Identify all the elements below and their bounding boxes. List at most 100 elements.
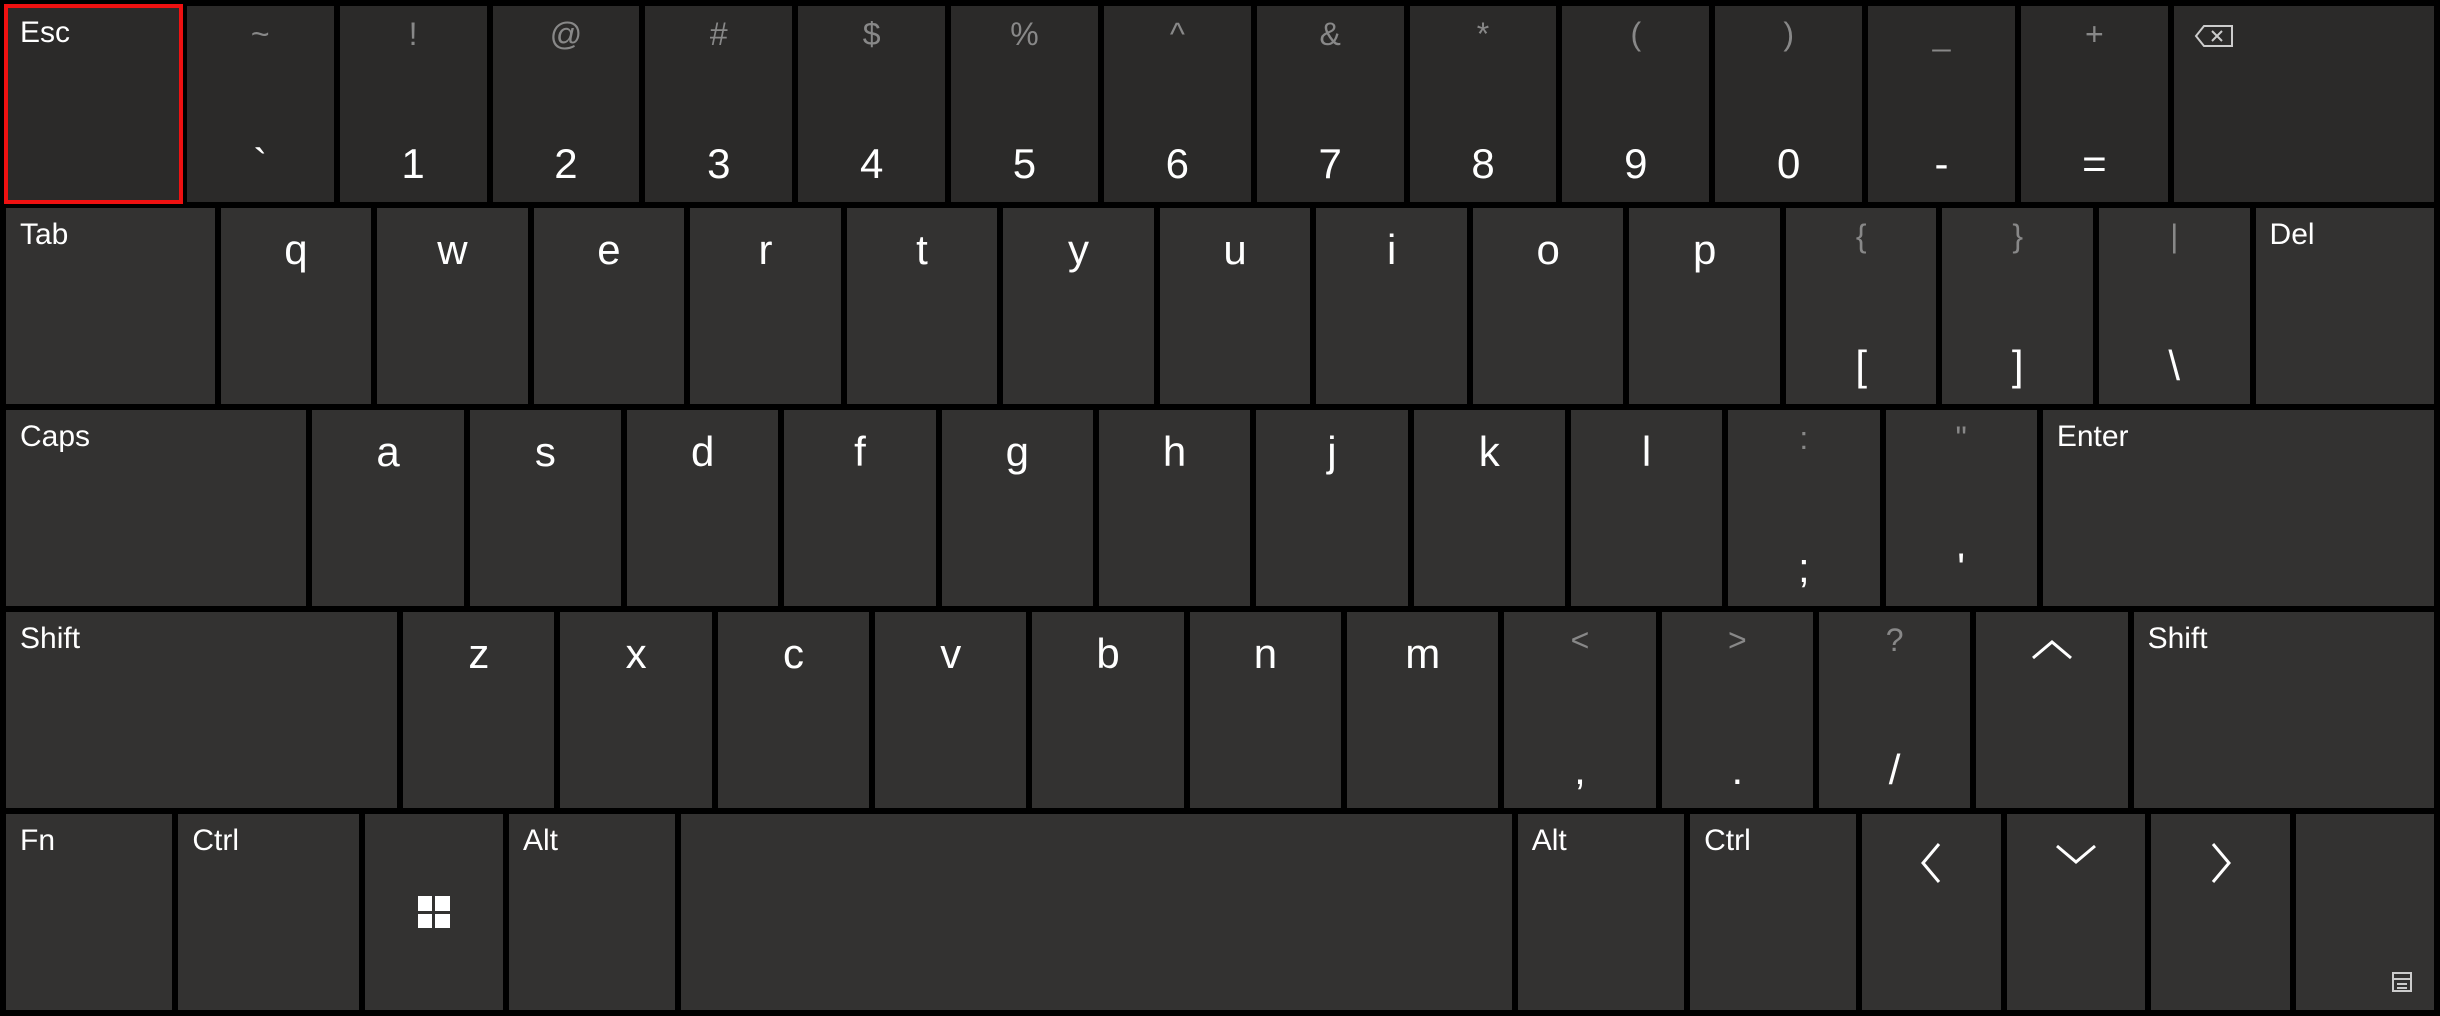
arrow-right-key[interactable] xyxy=(2151,814,2289,1010)
key-t[interactable]: t xyxy=(847,208,998,404)
arrow-left-key[interactable] xyxy=(1862,814,2000,1010)
key-lower: - xyxy=(1868,140,2015,188)
right-alt-key[interactable]: Alt xyxy=(1518,814,1684,1010)
key-1[interactable]: ! 1 xyxy=(340,6,487,202)
key-lower: ] xyxy=(1942,342,2093,390)
row-4: Shift z x c v b n m < , > . ? / Shift xyxy=(6,612,2434,808)
key-w[interactable]: w xyxy=(377,208,528,404)
key-label: Del xyxy=(2270,218,2315,252)
key-semicolon[interactable]: : ; xyxy=(1728,410,1879,606)
key-z[interactable]: z xyxy=(403,612,554,808)
chevron-left-icon xyxy=(1917,838,1947,888)
key-label: t xyxy=(916,226,928,274)
key-upper: { xyxy=(1786,218,1937,255)
key-left-bracket[interactable]: { [ xyxy=(1786,208,1937,404)
caps-lock-key[interactable]: Caps xyxy=(6,410,306,606)
key-lower: 0 xyxy=(1715,140,1862,188)
key-upper: _ xyxy=(1868,16,2015,53)
key-q[interactable]: q xyxy=(221,208,372,404)
key-8[interactable]: * 8 xyxy=(1410,6,1557,202)
key-j[interactable]: j xyxy=(1256,410,1407,606)
key-upper: } xyxy=(1942,218,2093,255)
key-backslash[interactable]: | \ xyxy=(2099,208,2250,404)
chevron-right-icon xyxy=(2205,838,2235,888)
key-slash[interactable]: ? / xyxy=(1819,612,1970,808)
space-key[interactable] xyxy=(681,814,1511,1010)
enter-key[interactable]: Enter xyxy=(2043,410,2434,606)
key-o[interactable]: o xyxy=(1473,208,1624,404)
key-2[interactable]: @ 2 xyxy=(493,6,640,202)
key-label: f xyxy=(854,428,866,476)
right-shift-key[interactable]: Shift xyxy=(2134,612,2434,808)
arrow-up-key[interactable] xyxy=(1976,612,2127,808)
key-upper: ^ xyxy=(1104,16,1251,53)
key-lower: = xyxy=(2021,140,2168,188)
key-4[interactable]: $ 4 xyxy=(798,6,945,202)
key-n[interactable]: n xyxy=(1190,612,1341,808)
key-c[interactable]: c xyxy=(718,612,869,808)
key-label: x xyxy=(626,630,647,678)
key-b[interactable]: b xyxy=(1032,612,1183,808)
key-h[interactable]: h xyxy=(1099,410,1250,606)
key-v[interactable]: v xyxy=(875,612,1026,808)
key-x[interactable]: x xyxy=(560,612,711,808)
arrow-down-key[interactable] xyxy=(2007,814,2145,1010)
key-right-bracket[interactable]: } ] xyxy=(1942,208,2093,404)
key-6[interactable]: ^ 6 xyxy=(1104,6,1251,202)
key-label: v xyxy=(940,630,961,678)
key-7[interactable]: & 7 xyxy=(1257,6,1404,202)
key-label: j xyxy=(1327,428,1336,476)
key-comma[interactable]: < , xyxy=(1504,612,1655,808)
key-upper: # xyxy=(645,16,792,53)
key-lower: 9 xyxy=(1562,140,1709,188)
backspace-key[interactable] xyxy=(2174,6,2434,202)
options-key[interactable] xyxy=(2296,814,2434,1010)
windows-key[interactable] xyxy=(365,814,503,1010)
left-shift-key[interactable]: Shift xyxy=(6,612,397,808)
key-5[interactable]: % 5 xyxy=(951,6,1098,202)
key-0[interactable]: ) 0 xyxy=(1715,6,1862,202)
key-m[interactable]: m xyxy=(1347,612,1498,808)
key-g[interactable]: g xyxy=(942,410,1093,606)
on-screen-keyboard: Esc ~ ` ! 1 @ 2 # 3 $ 4 % 5 ^ 6 xyxy=(6,6,2434,1010)
key-i[interactable]: i xyxy=(1316,208,1467,404)
key-p[interactable]: p xyxy=(1629,208,1780,404)
key-label: Shift xyxy=(2148,622,2208,656)
key-3[interactable]: # 3 xyxy=(645,6,792,202)
key-lower: 8 xyxy=(1410,140,1557,188)
key-lower: \ xyxy=(2099,342,2250,390)
tab-key[interactable]: Tab xyxy=(6,208,215,404)
key-quote[interactable]: " ' xyxy=(1886,410,2037,606)
key-a[interactable]: a xyxy=(312,410,463,606)
key-upper: ! xyxy=(340,16,487,53)
key-label: y xyxy=(1068,226,1089,274)
key-backtick[interactable]: ~ ` xyxy=(187,6,334,202)
key-upper: " xyxy=(1886,420,2037,457)
key-upper: $ xyxy=(798,16,945,53)
key-upper: | xyxy=(2099,218,2250,255)
options-icon xyxy=(2390,970,2414,994)
key-label: h xyxy=(1163,428,1186,476)
key-minus[interactable]: _ - xyxy=(1868,6,2015,202)
fn-key[interactable]: Fn xyxy=(6,814,172,1010)
key-period[interactable]: > . xyxy=(1662,612,1813,808)
key-r[interactable]: r xyxy=(690,208,841,404)
key-equals[interactable]: + = xyxy=(2021,6,2168,202)
escape-key[interactable]: Esc xyxy=(6,6,181,202)
key-label: r xyxy=(758,226,772,274)
key-u[interactable]: u xyxy=(1160,208,1311,404)
key-lower: ; xyxy=(1728,544,1879,592)
key-l[interactable]: l xyxy=(1571,410,1722,606)
key-d[interactable]: d xyxy=(627,410,778,606)
key-k[interactable]: k xyxy=(1414,410,1565,606)
right-ctrl-key[interactable]: Ctrl xyxy=(1690,814,1856,1010)
key-e[interactable]: e xyxy=(534,208,685,404)
left-ctrl-key[interactable]: Ctrl xyxy=(178,814,358,1010)
key-y[interactable]: y xyxy=(1003,208,1154,404)
key-f[interactable]: f xyxy=(784,410,935,606)
key-9[interactable]: ( 9 xyxy=(1562,6,1709,202)
delete-key[interactable]: Del xyxy=(2256,208,2435,404)
left-alt-key[interactable]: Alt xyxy=(509,814,675,1010)
key-lower: . xyxy=(1662,746,1813,794)
key-s[interactable]: s xyxy=(470,410,621,606)
